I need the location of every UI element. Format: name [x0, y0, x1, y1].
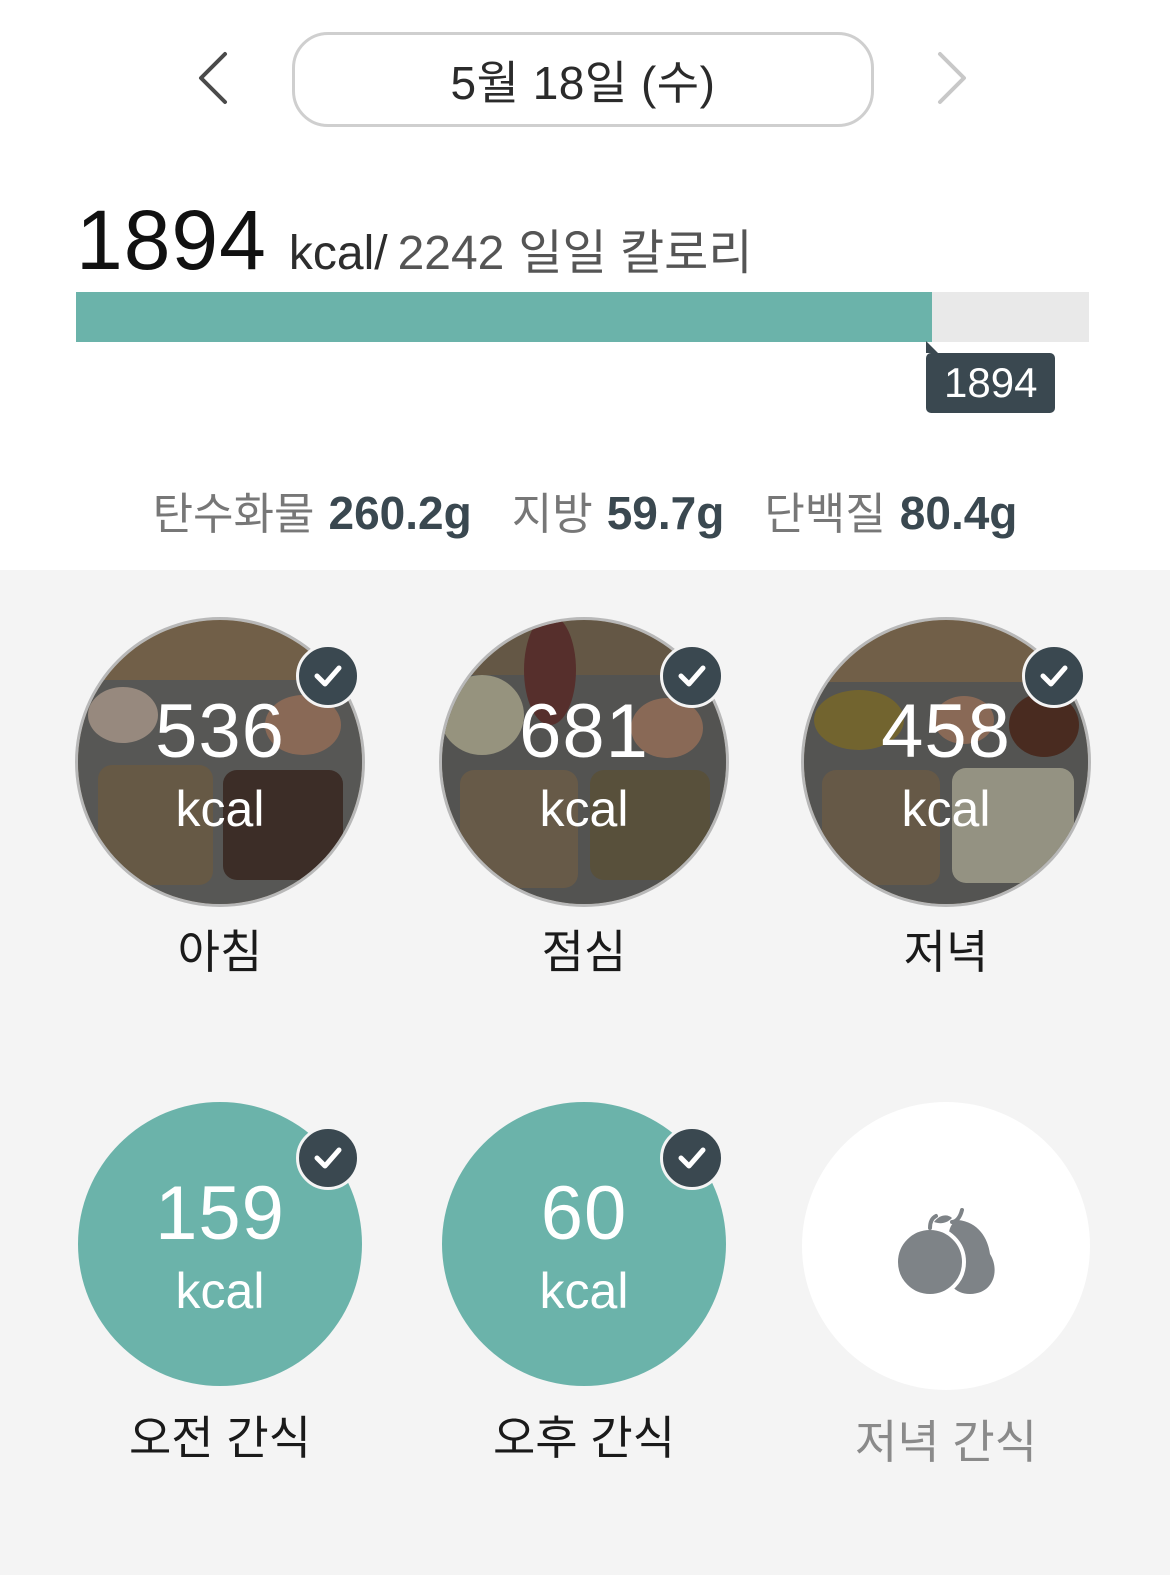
macro-value: 59.7g — [606, 487, 725, 539]
check-icon — [660, 644, 724, 708]
chevron-right-icon — [938, 52, 966, 104]
meal-kcal-unit: kcal — [539, 1263, 629, 1319]
prev-day-button[interactable] — [185, 48, 245, 108]
macro-protein: 단백질 80.4g — [764, 478, 1017, 542]
meal-label: 아침 — [177, 926, 263, 978]
macro-name: 단백질 — [764, 490, 886, 539]
calories-label: 일일 칼로리 — [518, 227, 753, 280]
meal-kcal-unit: kcal — [901, 781, 991, 837]
macro-value: 80.4g — [899, 487, 1018, 539]
check-icon — [296, 644, 360, 708]
meal-label: 오전 간식 — [128, 1412, 312, 1464]
date-selector[interactable]: 5월 18일 (수) — [292, 32, 874, 127]
meal-label: 저녁 간식 — [854, 1416, 1038, 1468]
calorie-summary: 1894 kcal / 2242 일일 칼로리 — [76, 192, 753, 289]
macro-value: 260.2g — [328, 487, 472, 539]
macro-fat: 지방 59.7g — [512, 478, 725, 542]
chevron-left-icon — [199, 52, 227, 104]
meal-kcal-unit: kcal — [175, 781, 265, 837]
calories-target: 2242 — [397, 227, 505, 280]
meal-label: 점심 — [541, 926, 627, 978]
meal-kcal-unit: kcal — [175, 1263, 265, 1319]
calorie-progress-fill — [76, 292, 932, 342]
check-icon — [1022, 644, 1086, 708]
macro-summary: 탄수화물 260.2g 지방 59.7g 단백질 80.4g — [0, 478, 1170, 542]
meals-panel: 536 kcal 아침 681 kcal 점심 458 kcal 저녁 159 … — [0, 570, 1170, 1575]
calorie-progress-bar — [76, 292, 1089, 342]
macro-carbs: 탄수화물 260.2g — [153, 478, 472, 542]
calories-separator: / — [374, 227, 388, 280]
next-day-button[interactable] — [920, 48, 980, 108]
calories-unit: kcal — [288, 227, 375, 280]
meal-label: 저녁 — [903, 926, 989, 978]
check-icon — [660, 1126, 724, 1190]
fruit-icon — [894, 1208, 995, 1298]
macro-name: 탄수화물 — [152, 490, 315, 539]
meal-kcal-unit: kcal — [539, 781, 629, 837]
macro-name: 지방 — [511, 490, 593, 539]
check-icon — [296, 1126, 360, 1190]
evening-snack-add-button[interactable] — [802, 1102, 1090, 1390]
calorie-progress-tooltip: 1894 — [926, 341, 1056, 413]
meal-label: 오후 간식 — [492, 1412, 676, 1464]
calories-consumed: 1894 — [76, 193, 267, 287]
